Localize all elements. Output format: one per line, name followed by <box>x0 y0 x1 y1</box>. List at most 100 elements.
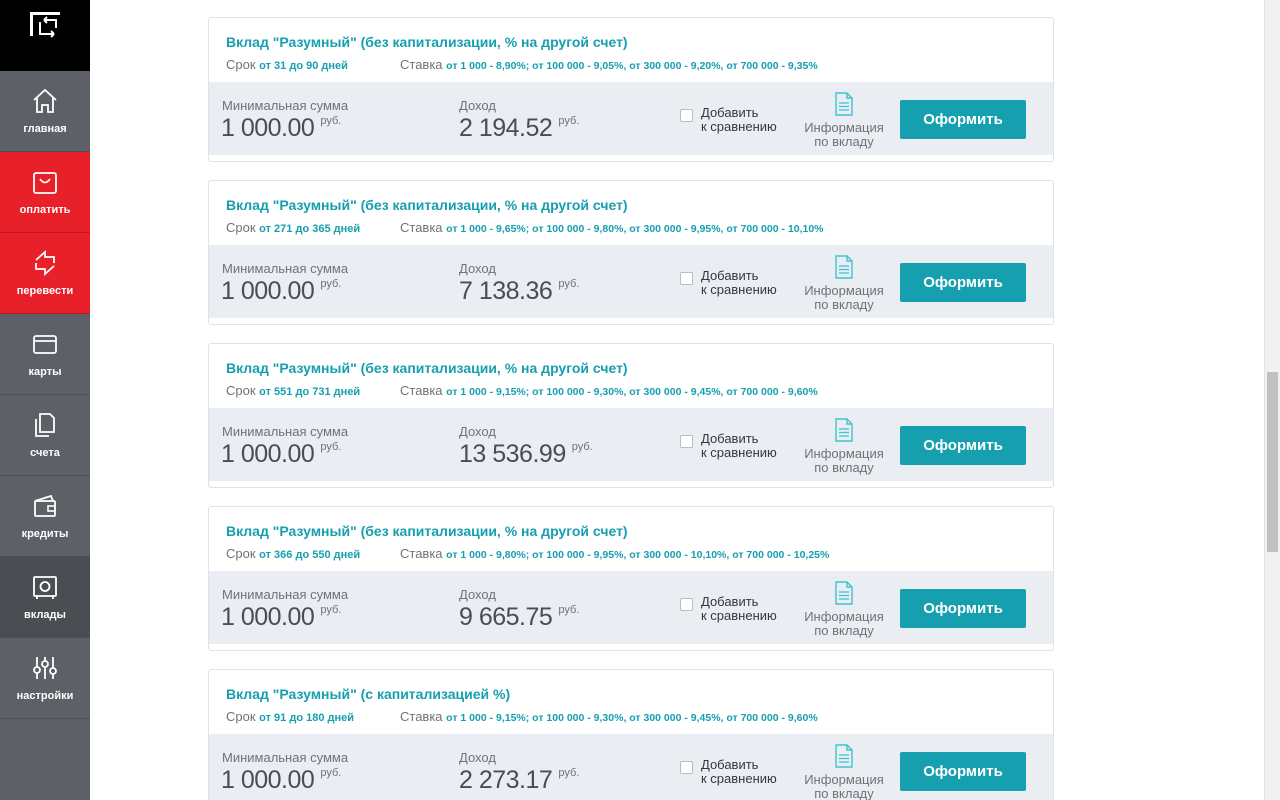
deposit-title[interactable]: Вклад "Разумный" (без капитализации, % н… <box>226 360 628 376</box>
scrollbar[interactable] <box>1264 0 1280 800</box>
info-label-line1: Информация <box>804 283 884 298</box>
deposit-term: Срок от 551 до 731 дней <box>226 383 360 398</box>
deposit-card: Вклад "Разумный" (без капитализации, % н… <box>208 180 1054 325</box>
min-sum-label: Минимальная сумма <box>222 424 349 439</box>
deposit-info-link[interactable]: Информация по вкладу <box>799 92 889 149</box>
info-label-line2: по вкладу <box>814 297 874 312</box>
deposit-card: Вклад "Разумный" (без капитализации, % н… <box>208 343 1054 488</box>
compare-label: Добавить к сравнению <box>701 432 791 460</box>
sidebar-item-settings[interactable]: настройки <box>0 638 90 719</box>
income-amount: 9 665.75 <box>459 603 553 631</box>
deposit-title[interactable]: Вклад "Разумный" (без капитализации, % н… <box>226 523 628 539</box>
min-sum-amount: 1 000.00 <box>221 114 315 142</box>
compare-label: Добавить к сравнению <box>701 269 791 297</box>
deposit-rate: Ставка от 1 000 - 8,90%; от 100 000 - 9,… <box>400 57 818 72</box>
apply-button[interactable]: Оформить <box>900 752 1026 791</box>
currency-label: руб. <box>571 441 593 453</box>
scrollbar-thumb[interactable] <box>1267 372 1278 552</box>
rate-value: от 1 000 - 8,90%; от 100 000 - 9,05%, от… <box>446 60 818 72</box>
income-label: Доход <box>459 750 496 765</box>
deposit-info-link[interactable]: Информация по вкладу <box>799 255 889 312</box>
term-value: от 551 до 731 дней <box>259 386 361 398</box>
apply-button[interactable]: Оформить <box>900 426 1026 465</box>
sidebar-item-cards[interactable]: карты <box>0 314 90 395</box>
apply-button[interactable]: Оформить <box>900 263 1026 302</box>
apply-button[interactable]: Оформить <box>900 100 1026 139</box>
info-label-line2: по вкладу <box>814 623 874 638</box>
min-sum-value: 1 000.00 руб. <box>221 277 341 306</box>
term-value: от 366 до 550 дней <box>259 549 361 561</box>
rate-value: от 1 000 - 9,15%; от 100 000 - 9,30%, от… <box>446 712 818 724</box>
compare-label-line2: к сравнению <box>701 608 777 623</box>
min-sum-value: 1 000.00 руб. <box>221 440 341 469</box>
min-sum-label: Минимальная сумма <box>222 587 349 602</box>
sidebar-item-pay[interactable]: оплатить <box>0 152 90 233</box>
min-sum-value: 1 000.00 руб. <box>221 603 341 632</box>
documents-icon <box>35 413 55 437</box>
sidebar-item-label: настройки <box>16 690 74 702</box>
income-label: Доход <box>459 424 496 439</box>
apply-button[interactable]: Оформить <box>900 589 1026 628</box>
info-label-line2: по вкладу <box>814 460 874 475</box>
term-value: от 31 до 90 дней <box>259 60 348 72</box>
info-label-line1: Информация <box>804 120 884 135</box>
app-window: главная оплатить перевести карты счета к… <box>0 0 1280 800</box>
deposit-rate: Ставка от 1 000 - 9,65%; от 100 000 - 9,… <box>400 220 824 235</box>
term-value: от 91 до 180 дней <box>259 712 355 724</box>
logo[interactable] <box>0 0 90 71</box>
compare-checkbox[interactable] <box>680 109 693 122</box>
deposit-rate: Ставка от 1 000 - 9,15%; от 100 000 - 9,… <box>400 383 818 398</box>
compare-checkbox[interactable] <box>680 272 693 285</box>
deposit-title[interactable]: Вклад "Разумный" (с капитализацией %) <box>226 686 510 702</box>
card-icon <box>33 335 57 354</box>
deposit-info-link[interactable]: Информация по вкладу <box>799 418 889 475</box>
income-amount: 7 138.36 <box>459 277 553 305</box>
currency-label: руб. <box>320 441 342 453</box>
min-sum-amount: 1 000.00 <box>221 766 315 794</box>
rate-value: от 1 000 - 9,65%; от 100 000 - 9,80%, от… <box>446 223 824 235</box>
term-label: Срок <box>226 57 256 72</box>
income-label: Доход <box>459 261 496 276</box>
sliders-icon <box>33 657 57 679</box>
term-label: Срок <box>226 383 256 398</box>
document-icon <box>835 255 853 279</box>
min-sum-amount: 1 000.00 <box>221 603 315 631</box>
info-label-line1: Информация <box>804 446 884 461</box>
compare-label-line1: Добавить <box>701 757 759 772</box>
deposit-term: Срок от 271 до 365 дней <box>226 220 360 235</box>
deposit-details: Минимальная сумма 1 000.00 руб. Доход 13 … <box>209 408 1053 481</box>
deposit-info-link[interactable]: Информация по вкладу <box>799 581 889 638</box>
compare-label-line2: к сравнению <box>701 771 777 786</box>
compare-label: Добавить к сравнению <box>701 106 791 134</box>
compare-checkbox[interactable] <box>680 435 693 448</box>
compare-checkbox[interactable] <box>680 598 693 611</box>
rate-label: Ставка <box>400 57 443 72</box>
logo-icon <box>30 12 60 38</box>
currency-label: руб. <box>320 115 342 127</box>
sidebar-item-label: счета <box>30 447 60 459</box>
deposit-details: Минимальная сумма 1 000.00 руб. Доход 2 1… <box>209 82 1053 155</box>
deposit-info-link[interactable]: Информация по вкладу <box>799 744 889 800</box>
shopping-bag-icon <box>33 172 57 194</box>
safe-icon <box>33 576 57 599</box>
deposit-card: Вклад "Разумный" (с капитализацией %) Ср… <box>208 669 1054 800</box>
sidebar-item-home[interactable]: главная <box>0 71 90 152</box>
deposit-title[interactable]: Вклад "Разумный" (без капитализации, % н… <box>226 34 628 50</box>
sidebar-item-credits[interactable]: кредиты <box>0 476 90 557</box>
sidebar-item-transfer[interactable]: перевести <box>0 233 90 314</box>
currency-label: руб. <box>558 604 580 616</box>
currency-label: руб. <box>320 278 342 290</box>
compare-label-line2: к сравнению <box>701 282 777 297</box>
income-value: 7 138.36 руб. <box>459 277 579 306</box>
compare-checkbox[interactable] <box>680 761 693 774</box>
deposit-term: Срок от 366 до 550 дней <box>226 546 360 561</box>
sidebar-item-accounts[interactable]: счета <box>0 395 90 476</box>
sidebar-item-deposits[interactable]: вклады <box>0 557 98 638</box>
min-sum-amount: 1 000.00 <box>221 440 315 468</box>
deposit-title[interactable]: Вклад "Разумный" (без капитализации, % н… <box>226 197 628 213</box>
deposit-details: Минимальная сумма 1 000.00 руб. Доход 7 1… <box>209 245 1053 318</box>
income-amount: 13 536.99 <box>459 440 566 468</box>
sidebar-item-label: оплатить <box>19 204 71 216</box>
min-sum-label: Минимальная сумма <box>222 98 349 113</box>
sidebar-item-label: перевести <box>16 285 74 297</box>
